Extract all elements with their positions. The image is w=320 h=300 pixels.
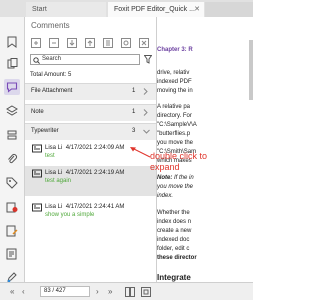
note-lead: Note: [157, 175, 173, 181]
group-note[interactable]: Note 1 [25, 104, 156, 121]
layers-icon[interactable] [4, 103, 20, 119]
typewriter-icon [32, 203, 42, 212]
doc-line: create a new [157, 228, 192, 234]
page-view-icon[interactable] [125, 287, 135, 297]
doc-line: drive, relativ [157, 70, 190, 76]
comments-icon[interactable] [4, 79, 20, 95]
group-typewriter[interactable]: Typewriter 3 [25, 123, 156, 140]
import-icon[interactable] [67, 38, 77, 48]
group-count: 3 [132, 128, 136, 134]
panel-title: Comments [31, 21, 70, 30]
comment-author: Lisa Li [45, 145, 63, 151]
tab-start-label: Start [32, 6, 47, 13]
content-icon[interactable] [4, 246, 20, 262]
bookmark-icon[interactable] [4, 34, 20, 50]
tab-document-label: Foxit PDF Editor_Quick ... [114, 6, 195, 13]
doc-line: indexed PDF [157, 79, 192, 85]
tab-document[interactable]: Foxit PDF Editor_Quick ... ✕ [108, 2, 204, 17]
doc-line: moving the in [157, 88, 193, 94]
doc-line: Whether the [157, 210, 190, 216]
group-label: Note [31, 109, 44, 115]
options-icon[interactable] [103, 38, 113, 48]
total-amount: Total Amount: 5 [30, 72, 72, 78]
callout-line: expand [150, 162, 180, 172]
doc-line: "C:\SampleV\A [157, 122, 197, 128]
chevron-right-icon[interactable] [142, 108, 149, 117]
typewriter-icon [32, 169, 42, 178]
group-label: File Attachment [31, 88, 73, 94]
doc-line: A relative pa [157, 104, 191, 110]
doc-line: index does n [157, 219, 192, 225]
group-count: 1 [132, 109, 136, 115]
tab-start[interactable]: Start [26, 2, 106, 17]
search-icon [33, 56, 40, 64]
chevron-right-icon[interactable] [142, 87, 149, 96]
comment-item-selected[interactable]: Lisa Li 4/17/2021 2:24:19 AM test again [25, 166, 156, 196]
doc-line: indexed doc [157, 237, 190, 243]
comment-text: show you a simple [45, 212, 95, 218]
filter-icon[interactable] [144, 55, 152, 64]
doc-line: you move the [157, 140, 194, 146]
chapter-heading: Chapter 3: R [157, 47, 193, 53]
doc-line-bold: these director [157, 255, 197, 261]
doc-line: you move the [157, 184, 194, 190]
left-sidebar [0, 17, 25, 300]
doc-line: index. [157, 193, 174, 199]
tab-strip-empty [205, 2, 253, 17]
next-page-icon[interactable]: › [96, 287, 99, 296]
group-count: 1 [132, 88, 136, 94]
export-icon[interactable] [85, 38, 95, 48]
tab-strip: Start Foxit PDF Editor_Quick ... ✕ [0, 0, 253, 17]
comment-date: 4/17/2021 2:24:41 AM [65, 204, 125, 210]
close-tab-icon[interactable]: ✕ [194, 2, 200, 17]
collapse-all-icon[interactable] [49, 38, 59, 48]
section-heading: Integrate [157, 273, 191, 282]
pages-icon[interactable] [4, 56, 20, 72]
search-input[interactable]: Search [30, 54, 140, 65]
chevron-down-icon[interactable] [142, 127, 151, 136]
signature-icon[interactable] [4, 223, 20, 239]
callout-annotation: double click to expand [150, 151, 207, 173]
doc-line: directory. For [157, 113, 192, 119]
group-label: Typewriter [31, 128, 59, 134]
note-rest: If the in [172, 175, 194, 181]
expand-all-icon[interactable] [31, 38, 41, 48]
comment-text: test again [45, 178, 72, 184]
layers-stack-icon[interactable] [4, 127, 20, 143]
document-scrollbar[interactable] [249, 40, 253, 100]
doc-line: folder, edit c [157, 246, 190, 252]
page-number-input[interactable]: 83 / 427 [40, 286, 90, 297]
page-number: 83 / 427 [44, 288, 66, 294]
security-icon[interactable] [4, 199, 20, 215]
comment-text: test [45, 153, 55, 159]
callout-line: double click to [150, 151, 208, 161]
comment-item[interactable]: Lisa Li 4/17/2021 2:24:41 AM show you a … [25, 200, 156, 230]
group-file-attachment[interactable]: File Attachment 1 [25, 83, 156, 100]
comment-author: Lisa Li [45, 170, 63, 176]
fit-page-icon[interactable] [141, 287, 151, 297]
attachment-icon[interactable] [4, 151, 20, 167]
doc-line: "butterflies.p [157, 131, 191, 137]
doc-note: Note: If the in [157, 175, 194, 181]
callout-arrow-icon [130, 147, 151, 158]
previous-page-icon[interactable]: ‹ [22, 287, 25, 296]
comment-author: Lisa Li [45, 204, 63, 210]
settings-icon[interactable] [121, 38, 131, 48]
document-page[interactable]: Chapter 3: R drive, relativ indexed PDF … [157, 17, 253, 282]
last-page-icon[interactable]: » [108, 287, 112, 296]
tag-icon[interactable] [4, 175, 20, 191]
first-page-icon[interactable]: « [10, 287, 14, 296]
typewriter-icon [32, 144, 42, 153]
comment-date: 4/17/2021 2:24:09 AM [65, 145, 125, 151]
bottom-navigation-bar: « ‹ 83 / 427 › » [0, 282, 253, 300]
delete-icon[interactable] [139, 38, 149, 48]
search-placeholder: Search [42, 56, 62, 62]
comment-date: 4/17/2021 2:24:19 AM [65, 170, 125, 176]
